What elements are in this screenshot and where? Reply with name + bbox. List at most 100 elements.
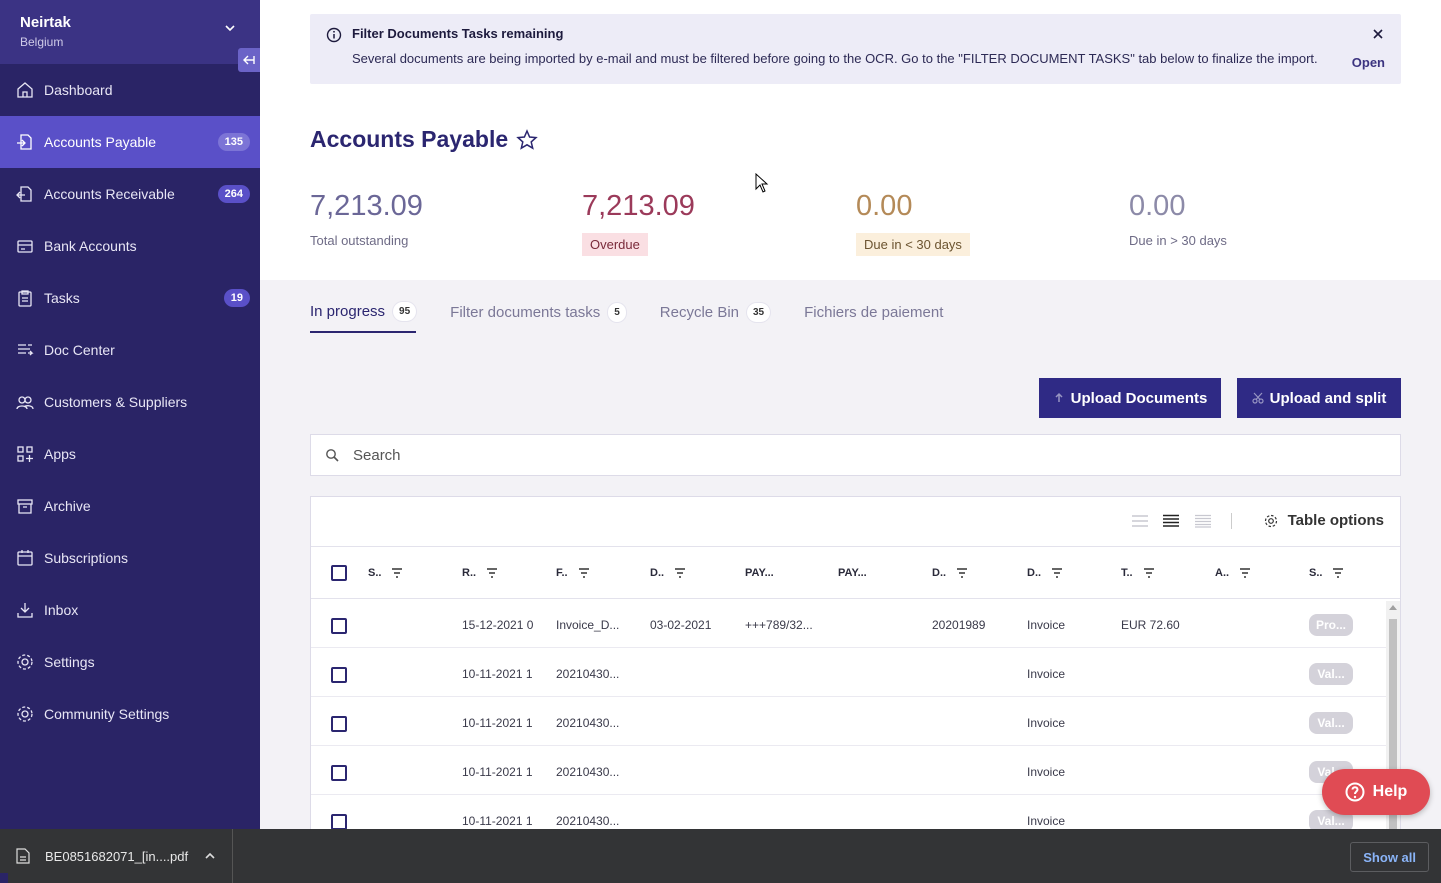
row-checkbox[interactable]: [331, 765, 347, 781]
density-compact-icon[interactable]: [1131, 514, 1149, 528]
table-row[interactable]: 10-11-2021 1 20210430... Invoice Val...: [311, 697, 1400, 746]
column-header[interactable]: D..: [932, 567, 968, 579]
sidebar-item-dashboard[interactable]: Dashboard: [0, 64, 260, 116]
search-bar: [310, 434, 1401, 476]
banner-open-link[interactable]: Open: [1352, 55, 1385, 70]
filter-icon[interactable]: [1239, 568, 1251, 578]
tab-label: In progress: [310, 303, 386, 320]
row-checkbox[interactable]: [331, 814, 347, 829]
pdf-file-icon: [16, 848, 30, 864]
column-header[interactable]: S..: [1309, 567, 1344, 579]
column-header[interactable]: T..: [1121, 567, 1155, 579]
filter-icon[interactable]: [391, 568, 403, 578]
receivable-icon: [16, 186, 32, 202]
gear-icon: [1264, 514, 1277, 527]
info-icon: [326, 27, 342, 43]
column-header[interactable]: D..: [1027, 567, 1063, 579]
cell-file: 20210430...: [556, 716, 620, 730]
sidebar-item-label: Doc Center: [44, 342, 115, 358]
sidebar-item-label: Inbox: [44, 602, 79, 618]
cell-received: 10-11-2021 1: [462, 667, 533, 681]
sidebar-item-tasks[interactable]: Tasks 19: [0, 272, 260, 324]
sidebar-item-label: Accounts Payable: [44, 134, 157, 150]
column-header[interactable]: A..: [1215, 567, 1251, 579]
column-header[interactable]: F..: [556, 567, 590, 579]
column-header[interactable]: PAY...: [745, 567, 774, 579]
tab-fichiers-de-paiement[interactable]: Fichiers de paiement: [804, 302, 943, 333]
filter-icon[interactable]: [1332, 568, 1344, 578]
show-all-button[interactable]: Show all: [1350, 842, 1429, 872]
button-label: Upload and split: [1269, 389, 1387, 407]
table-row[interactable]: 10-11-2021 1 20210430... Invoice Val...: [311, 746, 1400, 795]
upload-icon: [1055, 392, 1063, 402]
column-header[interactable]: PAY...: [838, 567, 867, 579]
tab-in-progress[interactable]: In progress 95: [310, 302, 417, 333]
table-options-button[interactable]: Table options: [1264, 512, 1384, 529]
cell-doc-type: Invoice: [1027, 765, 1066, 779]
density-standard-icon[interactable]: [1162, 514, 1180, 528]
download-item[interactable]: BE0851682071_[in....pdf: [0, 829, 233, 883]
chevron-up-icon[interactable]: [204, 851, 216, 861]
sidebar-item-accounts-payable[interactable]: Accounts Payable 135: [0, 116, 260, 168]
row-checkbox[interactable]: [331, 667, 347, 683]
kpi-value: 0.00: [1129, 190, 1186, 222]
help-label: Help: [1372, 783, 1408, 800]
star-icon[interactable]: [516, 128, 538, 151]
row-checkbox[interactable]: [331, 716, 347, 732]
bank-icon: [17, 240, 33, 253]
count-badge: 135: [217, 133, 250, 151]
sidebar-item-customers-suppliers[interactable]: Customers & Suppliers: [0, 376, 260, 428]
filter-icon[interactable]: [486, 568, 498, 578]
column-header[interactable]: S..: [368, 567, 403, 579]
column-header[interactable]: D..: [650, 567, 686, 579]
main-content: Filter Documents Tasks remaining Several…: [260, 0, 1441, 829]
filter-icon[interactable]: [578, 568, 590, 578]
filter-icon[interactable]: [674, 568, 686, 578]
kpi-value: 7,213.09: [582, 190, 695, 222]
tab-recycle-bin[interactable]: Recycle Bin 35: [660, 302, 771, 333]
search-input[interactable]: [353, 446, 1253, 464]
sidebar-item-bank-accounts[interactable]: Bank Accounts: [0, 220, 260, 272]
community-gear-icon: [17, 706, 33, 722]
sidebar-item-doc-center[interactable]: Doc Center: [0, 324, 260, 376]
sidebar-item-community-settings[interactable]: Community Settings: [0, 688, 260, 740]
row-checkbox[interactable]: [331, 618, 347, 634]
filter-icon[interactable]: [956, 568, 968, 578]
download-filename: BE0851682071_[in....pdf: [45, 848, 189, 864]
column-header[interactable]: R..: [462, 567, 498, 579]
upload-documents-button[interactable]: Upload Documents: [1039, 378, 1221, 418]
filter-icon[interactable]: [1051, 568, 1063, 578]
cell-doc-type: Invoice: [1027, 814, 1066, 828]
sidebar: Neirtak Belgium Dashboard Accounts Payab…: [0, 0, 260, 829]
chevron-down-icon: [225, 25, 235, 32]
sidebar-item-subscriptions[interactable]: Subscriptions: [0, 532, 260, 584]
banner-text: Several documents are being imported by …: [352, 51, 1318, 66]
inbox-icon: [17, 603, 33, 618]
table-row[interactable]: 10-11-2021 1 20210430... Invoice Val...: [311, 648, 1400, 697]
close-icon[interactable]: [1371, 27, 1385, 41]
cell-received: 10-11-2021 1: [462, 716, 533, 730]
table-row[interactable]: 15-12-2021 0 Invoice_D... 03-02-2021 +++…: [311, 599, 1400, 648]
kpi-label: Due in < 30 days: [856, 233, 970, 256]
select-all-checkbox[interactable]: [331, 565, 347, 581]
status-badge: Val...: [1309, 663, 1353, 685]
table-row[interactable]: 10-11-2021 1 20210430... Invoice Val...: [311, 795, 1400, 829]
cell-file: 20210430...: [556, 765, 620, 779]
gear-icon: [17, 654, 33, 670]
cell-received: 10-11-2021 1: [462, 765, 533, 779]
download-bar: BE0851682071_[in....pdf Show all: [0, 829, 1441, 883]
upload-and-split-button[interactable]: Upload and split: [1237, 378, 1401, 418]
scroll-up-arrow-icon[interactable]: [1389, 605, 1397, 610]
page-title-text: Accounts Payable: [310, 126, 509, 152]
tab-filter-documents-tasks[interactable]: Filter documents tasks 5: [450, 302, 626, 333]
density-comfortable-icon[interactable]: [1194, 514, 1212, 528]
sidebar-item-settings[interactable]: Settings: [0, 636, 260, 688]
sidebar-item-inbox[interactable]: Inbox: [0, 584, 260, 636]
filter-icon[interactable]: [1143, 568, 1155, 578]
org-switcher[interactable]: Neirtak Belgium: [0, 0, 260, 64]
sidebar-item-apps[interactable]: Apps: [0, 428, 260, 480]
status-badge: Pro...: [1309, 614, 1353, 636]
help-button[interactable]: Help: [1322, 769, 1430, 815]
sidebar-item-accounts-receivable[interactable]: Accounts Receivable 264: [0, 168, 260, 220]
sidebar-item-archive[interactable]: Archive: [0, 480, 260, 532]
